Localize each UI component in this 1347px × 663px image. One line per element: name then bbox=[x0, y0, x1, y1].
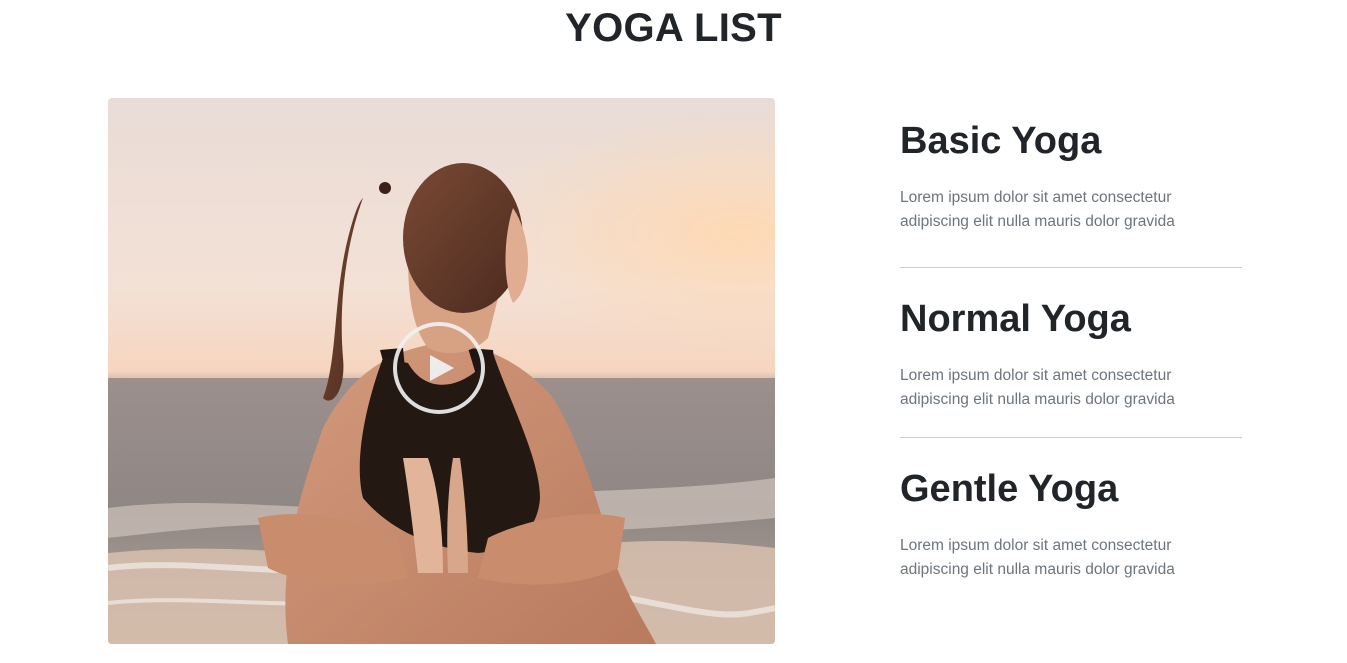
yoga-item-title[interactable]: Normal Yoga bbox=[900, 296, 1242, 342]
play-icon bbox=[430, 355, 454, 381]
yoga-item-description: Lorem ipsum dolor sit amet consectetur a… bbox=[900, 367, 1175, 408]
yoga-item-title[interactable]: Basic Yoga bbox=[900, 118, 1242, 164]
section-title: YOGA LIST bbox=[565, 6, 782, 50]
video-thumbnail[interactable] bbox=[108, 98, 775, 644]
yoga-item: Normal Yoga Lorem ipsum dolor sit amet c… bbox=[900, 268, 1242, 438]
yoga-item-description: Lorem ipsum dolor sit amet consectetur a… bbox=[900, 189, 1175, 230]
yoga-item-title[interactable]: Gentle Yoga bbox=[900, 466, 1242, 512]
yoga-item: Basic Yoga Lorem ipsum dolor sit amet co… bbox=[900, 98, 1242, 268]
play-button[interactable] bbox=[393, 322, 485, 414]
yoga-list: Basic Yoga Lorem ipsum dolor sit amet co… bbox=[900, 98, 1242, 607]
yoga-list-section: YOGA LIST Basic Yoga Lorem ipsum dolor s… bbox=[0, 0, 1347, 663]
yoga-item: Gentle Yoga Lorem ipsum dolor sit amet c… bbox=[900, 438, 1242, 607]
yoga-item-description: Lorem ipsum dolor sit amet consectetur a… bbox=[900, 537, 1175, 578]
